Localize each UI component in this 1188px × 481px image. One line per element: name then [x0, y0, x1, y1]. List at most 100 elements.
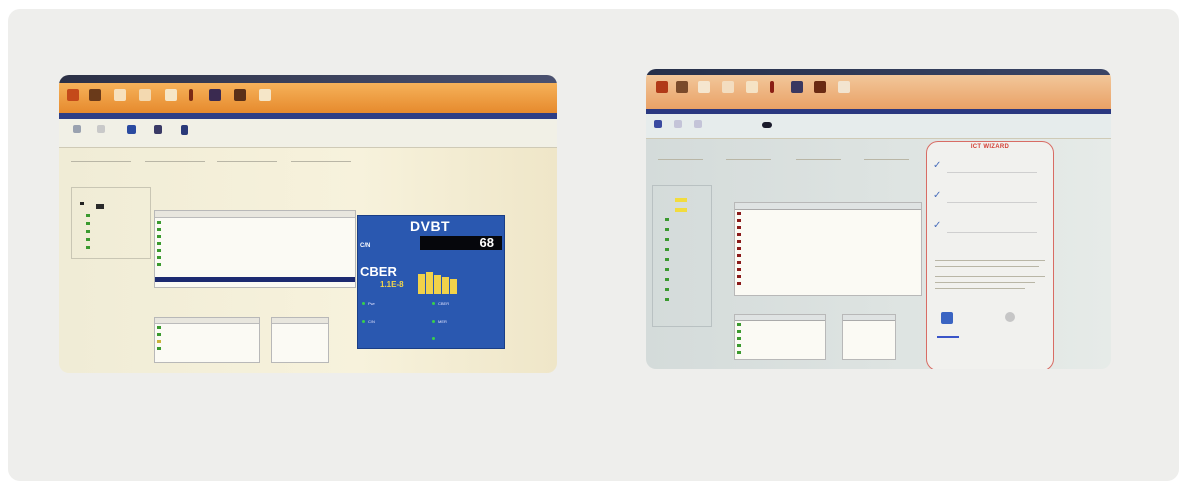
dvbt-title: DVBT [410, 218, 451, 234]
cber-bar [450, 279, 457, 294]
ict-wizard-panel: ICT WIZARD ✓ ✓ ✓ [926, 141, 1054, 369]
status-dot-icon [362, 302, 365, 305]
cber-bar [434, 275, 441, 294]
toolbar-tool-icon [259, 89, 271, 101]
toolbar-tool-icon [165, 89, 177, 101]
wizard-step-line [947, 232, 1037, 233]
tool-icon [154, 125, 162, 134]
field-underline [864, 159, 909, 160]
left-screenshot-photo: DVBT C/N 68 CBER 1.1E-8 Pwr C/N CBER MER [59, 75, 557, 373]
cber-bar [442, 277, 449, 294]
measurement-table[interactable] [154, 210, 356, 288]
tool-icon [181, 125, 188, 135]
toolbar-tool-icon [838, 81, 850, 93]
status-dot-icon [432, 337, 435, 340]
wizard-step-line [947, 172, 1037, 173]
tool-icon [694, 120, 702, 128]
tool-icon [97, 125, 105, 133]
tool-icon [127, 125, 136, 134]
toolbar-tool-icon [189, 89, 193, 101]
cber-label: CBER [360, 264, 397, 279]
selected-row[interactable] [155, 277, 355, 282]
tree-node [96, 204, 104, 209]
status-dot-icon [432, 320, 435, 323]
table-header [155, 211, 355, 218]
back-icon [73, 125, 81, 133]
cn-label: C/N [360, 243, 371, 249]
toolbar-tool-icon [209, 89, 221, 101]
cber-bar [426, 272, 433, 294]
table-row [157, 242, 161, 245]
toolbar-tool-icon [698, 81, 710, 93]
toolbar-tool-icon [770, 81, 774, 93]
text-line [935, 288, 1025, 289]
tree-node [86, 214, 90, 217]
field-underline [217, 161, 277, 162]
dvbt-measurement-panel: DVBT C/N 68 CBER 1.1E-8 Pwr C/N CBER MER [357, 215, 505, 349]
toolbar-tool-icon [814, 81, 826, 93]
wizard-option-icon[interactable] [1005, 312, 1015, 322]
measure-label: C/N [368, 319, 375, 324]
field-underline [145, 161, 205, 162]
toolbar-tool-icon [139, 89, 151, 101]
toolbar-tool-icon [746, 81, 758, 93]
toolbar-tool-icon [89, 89, 101, 101]
device-tree[interactable] [71, 187, 151, 259]
status-dot-icon [362, 320, 365, 323]
window-titlebar [59, 75, 557, 83]
selected-option-indicator [937, 336, 959, 338]
checkmark-icon: ✓ [933, 160, 942, 171]
toolbar-tool-icon [676, 81, 688, 93]
table-row [157, 249, 161, 252]
measure-label: CBER [438, 301, 450, 306]
status-dot-icon [432, 302, 435, 305]
field-underline [796, 159, 841, 160]
text-line [935, 282, 1035, 283]
measurement-table[interactable] [734, 202, 922, 296]
sub-toolbar [646, 114, 1111, 139]
toolbar-tool-icon [791, 81, 803, 93]
app-toolbar [646, 75, 1111, 109]
wizard-step-line [947, 202, 1037, 203]
summary-table[interactable] [842, 314, 896, 360]
measure-label: MER [438, 319, 447, 324]
channel-table[interactable] [154, 317, 260, 363]
cn-value-box: 68 [420, 235, 502, 250]
checkmark-icon: ✓ [933, 190, 942, 201]
right-screenshot-photo: ICT WIZARD ✓ ✓ ✓ [646, 69, 1111, 369]
toolbar-tool-icon [67, 89, 79, 101]
field-underline [658, 159, 703, 160]
cber-bar [418, 274, 425, 294]
text-line [935, 266, 1039, 267]
table-row [157, 228, 161, 231]
toolbar-tool-icon [656, 81, 668, 93]
field-underline [71, 161, 131, 162]
tree-node [86, 222, 90, 225]
wizard-title: ICT WIZARD [970, 144, 1010, 150]
field-underline [726, 159, 771, 160]
checkmark-icon: ✓ [933, 220, 942, 231]
device-tree[interactable] [652, 185, 712, 327]
tool-icon [674, 120, 682, 128]
sub-toolbar [59, 119, 557, 148]
summary-table[interactable] [271, 317, 329, 363]
toggle-icon[interactable] [762, 122, 772, 128]
cn-value: 68 [479, 235, 494, 250]
text-line [935, 276, 1045, 277]
table-row [157, 235, 161, 238]
cber-value: 1.1E-8 [380, 280, 404, 289]
tree-node [86, 246, 90, 249]
wizard-option-icon[interactable] [941, 312, 953, 324]
toolbar-tool-icon [722, 81, 734, 93]
app-toolbar [59, 83, 557, 113]
table-row [157, 263, 161, 266]
field-underline [291, 161, 351, 162]
tool-icon [654, 120, 662, 128]
text-line [935, 260, 1045, 261]
table-row [157, 221, 161, 224]
tree-node [86, 230, 90, 233]
tree-node [80, 202, 84, 205]
toolbar-tool-icon [234, 89, 246, 101]
channel-table[interactable] [734, 314, 826, 360]
table-row [157, 256, 161, 259]
